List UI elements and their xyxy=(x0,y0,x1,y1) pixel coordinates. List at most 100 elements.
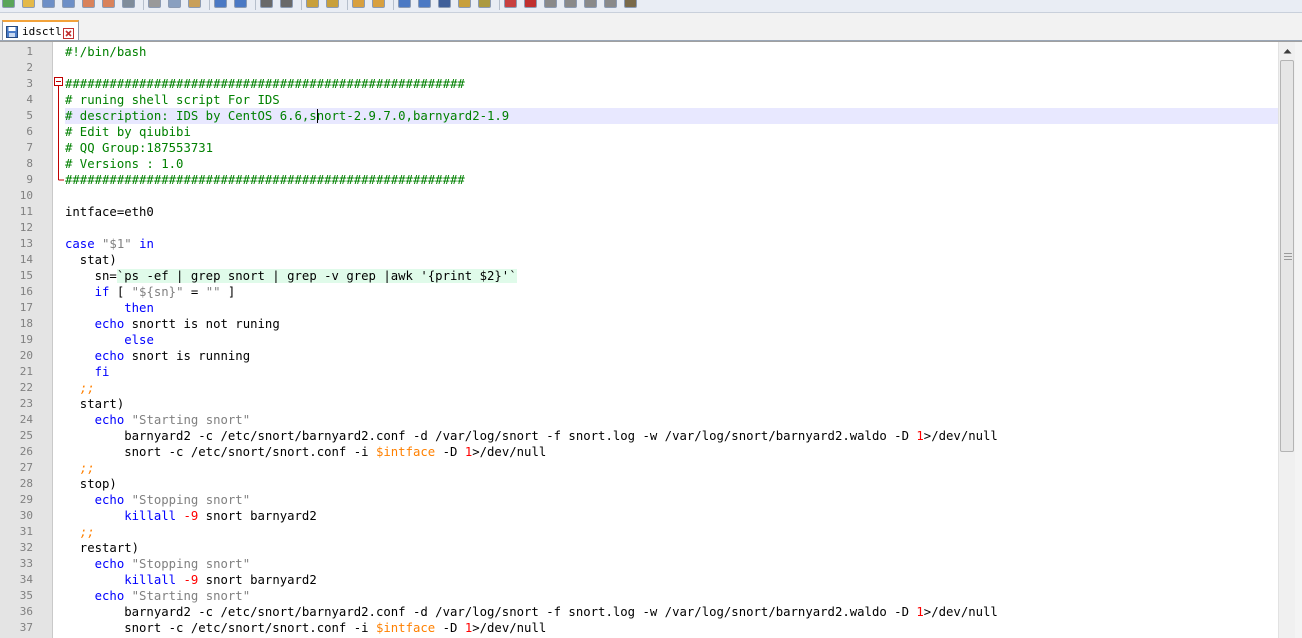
code-line[interactable]: ########################################… xyxy=(65,76,1278,92)
grip-line xyxy=(1284,259,1292,260)
code-line[interactable]: stop) xyxy=(65,476,1278,492)
find-icon[interactable] xyxy=(260,0,273,8)
code-line[interactable]: # description: IDS by CentOS 6.6,snort-2… xyxy=(65,108,1278,124)
code-line[interactable]: killall -9 snort barnyard2 xyxy=(65,508,1278,524)
text-area[interactable]: #!/bin/bash #############################… xyxy=(65,42,1278,638)
code-line[interactable]: #!/bin/bash xyxy=(65,44,1278,60)
line-number: 37 xyxy=(19,621,33,634)
open-file-icon[interactable] xyxy=(22,0,35,8)
line-number: 12 xyxy=(19,221,33,234)
redo-icon[interactable] xyxy=(234,0,247,8)
print-icon[interactable] xyxy=(122,0,135,8)
monitoring-icon[interactable] xyxy=(624,0,637,8)
code-line[interactable]: fi xyxy=(65,364,1278,380)
code-line[interactable]: then xyxy=(65,300,1278,316)
line-number: 31 xyxy=(19,525,33,538)
editor[interactable]: 1 2 3 4 5 6 7 8 9 10 11 12 13 14 15 16 17 18 19 20 21 22 23 24 2… xyxy=(0,41,1302,638)
code-line[interactable]: echo "Stopping snort" xyxy=(65,556,1278,572)
zoom-out-icon[interactable] xyxy=(326,0,339,8)
code-line[interactable] xyxy=(65,60,1278,76)
code-line[interactable]: # QQ Group:187553731 xyxy=(65,140,1278,156)
code-line[interactable]: barnyard2 -c /etc/snort/barnyard2.conf -… xyxy=(65,428,1278,444)
code-line[interactable]: echo "Stopping snort" xyxy=(65,492,1278,508)
toolbar-separator xyxy=(499,0,500,10)
line-number: 32 xyxy=(19,541,33,554)
user-language-icon[interactable] xyxy=(458,0,471,8)
toolbar xyxy=(0,0,1302,13)
line-number: 17 xyxy=(19,301,33,314)
fold-collapse-icon[interactable] xyxy=(54,77,63,86)
code-line[interactable]: # runing shell script For IDS xyxy=(65,92,1278,108)
grip-line xyxy=(1284,256,1292,257)
line-number: 10 xyxy=(19,189,33,202)
tab-title: idsctl xyxy=(22,24,62,38)
close-icon[interactable] xyxy=(82,0,95,8)
code-line[interactable] xyxy=(65,220,1278,236)
scrollbar-thumb[interactable] xyxy=(1280,60,1294,452)
line-number: 6 xyxy=(26,125,33,138)
paste-icon[interactable] xyxy=(188,0,201,8)
code-line[interactable]: case "$1" in xyxy=(65,236,1278,252)
line-number: 9 xyxy=(26,173,33,186)
line-number: 29 xyxy=(19,493,33,506)
close-all-icon[interactable] xyxy=(102,0,115,8)
close-icon[interactable] xyxy=(62,26,74,39)
copy-icon[interactable] xyxy=(168,0,181,8)
code-line[interactable]: echo "Starting snort" xyxy=(65,588,1278,604)
new-file-icon[interactable] xyxy=(2,0,15,8)
run-macro-icon[interactable] xyxy=(584,0,597,8)
code-line[interactable]: echo "Starting snort" xyxy=(65,412,1278,428)
line-number: 5 xyxy=(26,109,33,122)
line-number: 11 xyxy=(19,205,33,218)
play-macro-icon[interactable] xyxy=(564,0,577,8)
indent-guide-icon[interactable] xyxy=(438,0,451,8)
line-number: 14 xyxy=(19,253,33,266)
stop-macro-icon[interactable] xyxy=(544,0,557,8)
line-number: 26 xyxy=(19,445,33,458)
code-line[interactable]: # Versions : 1.0 xyxy=(65,156,1278,172)
code-line[interactable]: killall -9 snort barnyard2 xyxy=(65,572,1278,588)
save-icon[interactable] xyxy=(42,0,55,8)
code-line[interactable]: else xyxy=(65,332,1278,348)
word-wrap-icon[interactable] xyxy=(398,0,411,8)
code-line[interactable]: ;; xyxy=(65,524,1278,540)
code-line[interactable]: restart) xyxy=(65,540,1278,556)
scroll-up-arrow-icon[interactable] xyxy=(1279,42,1296,59)
code-line[interactable]: ########################################… xyxy=(65,172,1278,188)
save-all-icon[interactable] xyxy=(62,0,75,8)
fold-margin[interactable] xyxy=(53,42,65,638)
function-list-icon[interactable] xyxy=(504,0,517,8)
code-line[interactable]: snort -c /etc/snort/snort.conf -i $intfa… xyxy=(65,620,1278,636)
line-number: 4 xyxy=(26,93,33,106)
window-edge xyxy=(1295,42,1302,638)
code-line[interactable]: if [ "${sn}" = "" ] xyxy=(65,284,1278,300)
code-line[interactable]: echo snort is running xyxy=(65,348,1278,364)
document-map-icon[interactable] xyxy=(478,0,491,8)
save-macro-icon[interactable] xyxy=(604,0,617,8)
line-number-gutter: 1 2 3 4 5 6 7 8 9 10 11 12 13 14 15 16 17 18 19 20 21 22 23 24 2… xyxy=(0,42,53,638)
tab-idsctl[interactable]: idsctl xyxy=(2,20,79,40)
zoom-in-icon[interactable] xyxy=(306,0,319,8)
code-line[interactable]: ;; xyxy=(65,460,1278,476)
code-line[interactable]: barnyard2 -c /etc/snort/barnyard2.conf -… xyxy=(65,604,1278,620)
line-number: 2 xyxy=(26,61,33,74)
code-line[interactable]: stat) xyxy=(65,252,1278,268)
sync-vertical-icon[interactable] xyxy=(352,0,365,8)
code-line[interactable]: sn=`ps -ef | grep snort | grep -v grep |… xyxy=(65,268,1278,284)
code-line[interactable]: # Edit by qiubibi xyxy=(65,124,1278,140)
line-number: 22 xyxy=(19,381,33,394)
cut-icon[interactable] xyxy=(148,0,161,8)
undo-icon[interactable] xyxy=(214,0,227,8)
vertical-scrollbar[interactable] xyxy=(1278,42,1295,638)
sync-horizontal-icon[interactable] xyxy=(372,0,385,8)
code-line[interactable]: ;; xyxy=(65,380,1278,396)
code-line[interactable]: snort -c /etc/snort/snort.conf -i $intfa… xyxy=(65,444,1278,460)
record-macro-icon[interactable] xyxy=(524,0,537,8)
show-all-chars-icon[interactable] xyxy=(418,0,431,8)
code-line[interactable]: intface=eth0 xyxy=(65,204,1278,220)
code-line[interactable]: start) xyxy=(65,396,1278,412)
code-line[interactable]: echo snortt is not runing xyxy=(65,316,1278,332)
code-line[interactable] xyxy=(65,188,1278,204)
replace-icon[interactable] xyxy=(280,0,293,8)
tab-bar: idsctl xyxy=(0,13,1302,41)
